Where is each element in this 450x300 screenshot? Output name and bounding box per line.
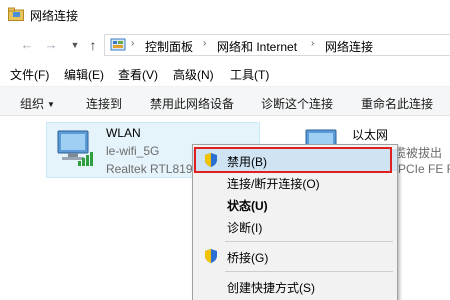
- connection-name-wlan: WLAN: [106, 126, 141, 140]
- menu-bar: 文件(F) 编辑(E) 查看(V) 高级(N) 工具(T): [0, 62, 450, 86]
- menu-item-label: 连接/断开连接(O): [227, 177, 320, 191]
- wireless-adapter-icon: [57, 130, 93, 166]
- connect-to-button[interactable]: 连接到: [86, 95, 122, 112]
- connection-adapter-ethernet: PCIe FE F: [398, 162, 450, 176]
- menu-item-diagnose[interactable]: 诊断(I): [193, 215, 397, 237]
- menu-item-bridge[interactable]: 桥接(G): [193, 245, 397, 267]
- connection-name-ethernet[interactable]: 以太网: [352, 126, 388, 143]
- up-arrow-icon[interactable]: ↑: [86, 38, 100, 52]
- menu-divider: [225, 271, 393, 272]
- menu-divider: [225, 241, 393, 242]
- menu-item-connect-disconnect[interactable]: 连接/断开连接(O): [193, 171, 397, 193]
- connection-adapter-wlan: Realtek RTL819: [106, 162, 193, 176]
- disable-device-button[interactable]: 禁用此网络设备: [150, 95, 234, 112]
- annotation-highlight-box: [194, 147, 392, 173]
- back-arrow-icon[interactable]: ←: [20, 38, 34, 52]
- menu-item-label: 状态(U): [227, 199, 268, 213]
- menu-tools[interactable]: 工具(T): [230, 66, 269, 83]
- connection-ssid: le-wifi_5G: [106, 144, 160, 158]
- forward-arrow-icon[interactable]: →: [44, 38, 58, 52]
- organize-label: 组织: [20, 97, 45, 111]
- breadcrumb-separator-icon[interactable]: ›: [203, 38, 206, 49]
- command-bar: 组织 ▼ 连接到 禁用此网络设备 诊断这个连接 重命名此连接: [0, 86, 450, 116]
- diagnose-connection-button[interactable]: 诊断这个连接: [261, 95, 333, 112]
- connection-status-ethernet: 缆被拔出: [394, 146, 443, 160]
- menu-view[interactable]: 查看(V): [118, 66, 158, 83]
- shield-icon: [205, 249, 217, 263]
- menu-item-status[interactable]: 状态(U): [193, 193, 397, 215]
- title-bar: 网络连接: [0, 0, 450, 30]
- chevron-down-icon: ▼: [47, 100, 55, 109]
- menu-edit[interactable]: 编辑(E): [64, 66, 104, 83]
- address-bar[interactable]: › 控制面板 › 网络和 Internet › 网络连接: [104, 34, 450, 56]
- menu-file[interactable]: 文件(F): [10, 66, 49, 83]
- menu-item-label: 创建快捷方式(S): [227, 281, 315, 295]
- window-title: 网络连接: [30, 9, 79, 23]
- breadcrumb-network-connections[interactable]: 网络连接: [325, 38, 373, 55]
- menu-item-label: 诊断(I): [227, 221, 263, 235]
- menu-item-label: 桥接(G): [227, 251, 269, 265]
- menu-advanced[interactable]: 高级(N): [173, 66, 214, 83]
- breadcrumb-separator-icon[interactable]: ›: [311, 38, 314, 49]
- rename-connection-button[interactable]: 重命名此连接: [361, 95, 433, 112]
- control-panel-icon: [110, 38, 126, 51]
- address-row: ← → ▼ ↑ › 控制面板 › 网络和 Internet › 网络连接: [0, 30, 450, 60]
- breadcrumb-separator-icon[interactable]: ›: [131, 38, 134, 49]
- organize-button[interactable]: 组织 ▼: [20, 95, 55, 112]
- breadcrumb-network-internet[interactable]: 网络和 Internet: [217, 38, 297, 55]
- breadcrumb-control-panel[interactable]: 控制面板: [145, 38, 193, 55]
- recent-locations-chevron-icon[interactable]: ▼: [68, 38, 82, 52]
- menu-item-create-shortcut[interactable]: 创建快捷方式(S): [193, 275, 397, 297]
- network-connections-icon: [8, 7, 24, 21]
